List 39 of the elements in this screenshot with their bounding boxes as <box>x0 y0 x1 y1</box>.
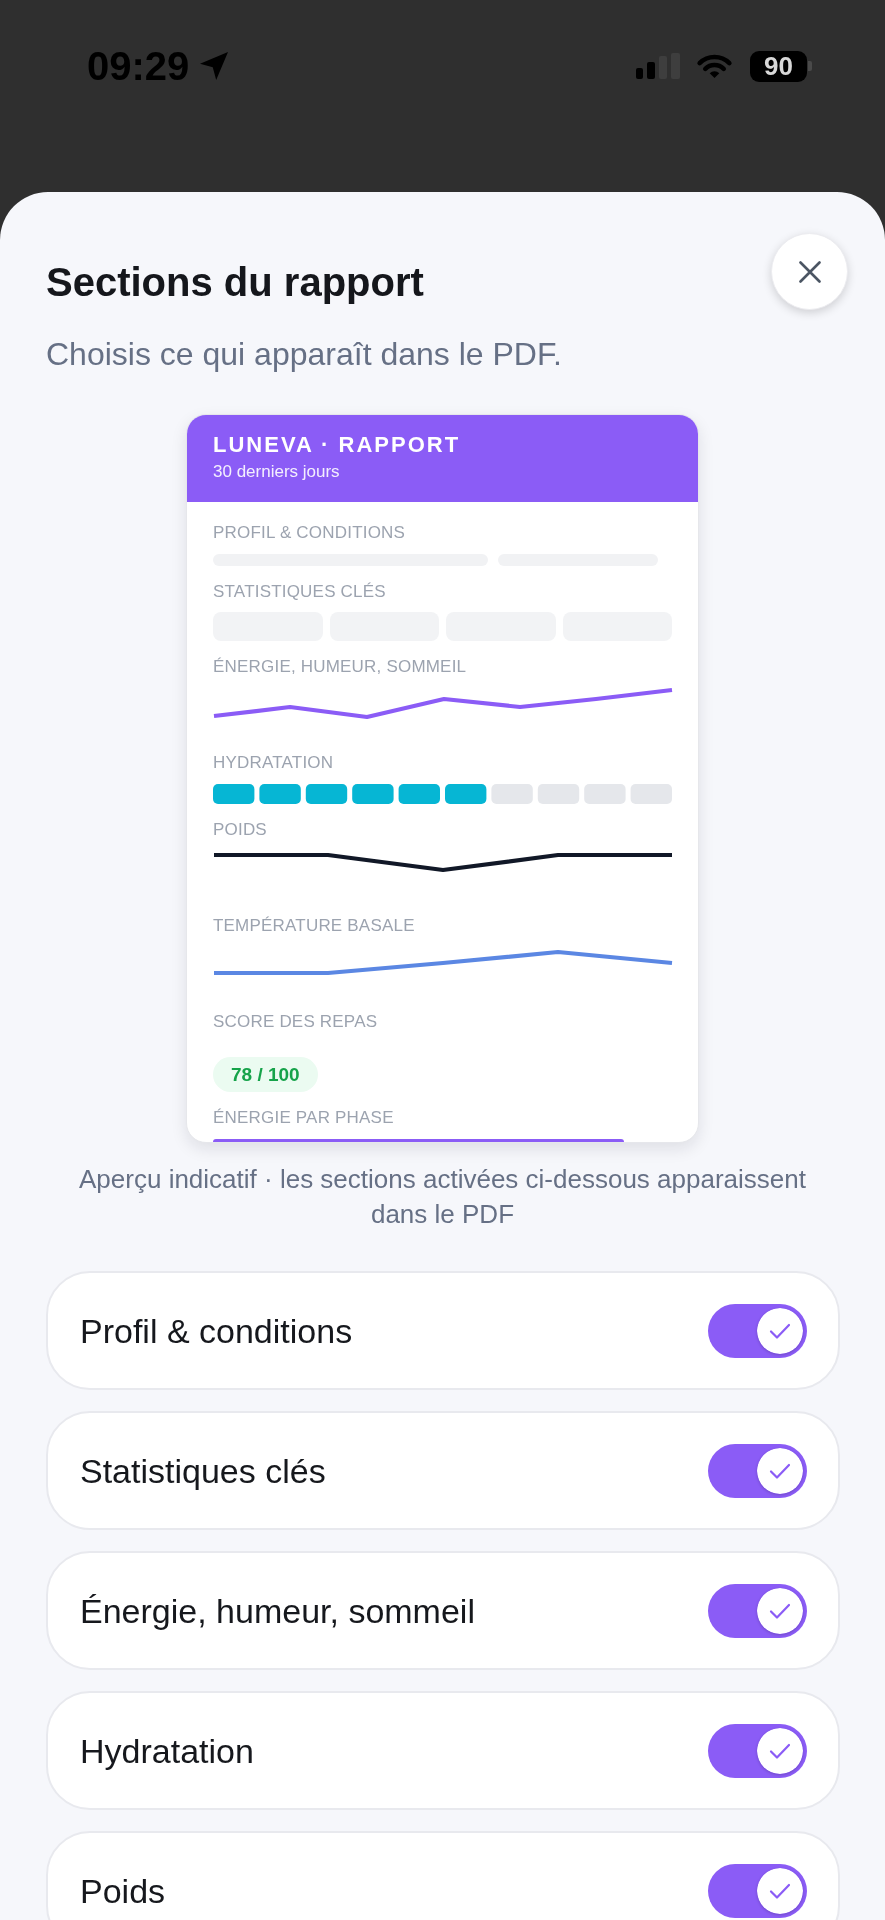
signal-icon <box>636 53 680 79</box>
toggle-switch[interactable] <box>708 1723 807 1778</box>
location-arrow-icon <box>200 52 229 80</box>
check-icon <box>757 1727 803 1774</box>
toggle-switch[interactable] <box>708 1583 807 1638</box>
empty-meter-segment <box>584 784 626 804</box>
preview-section-label: SCORE DES REPAS <box>213 1012 378 1032</box>
preview-section-label: POIDS <box>213 820 267 840</box>
preview-caption: Aperçu indicatif · les sections activées ci-dessous apparaissent dans le PDF <box>78 1163 807 1231</box>
section-label: Énergie, humeur, sommeil <box>80 1590 475 1631</box>
toggle-switch[interactable] <box>708 1443 807 1498</box>
check-icon <box>757 1447 803 1494</box>
check-icon <box>757 1587 803 1634</box>
preview-section-label: STATISTIQUES CLÉS <box>213 582 386 602</box>
preview-section-label: PROFIL & CONDITIONS <box>213 523 406 543</box>
preview-brand-title: LUNEVA · RAPPORT <box>213 432 461 458</box>
section-label: Profil & conditions <box>80 1310 353 1351</box>
preview-period: 30 derniers jours <box>213 462 340 482</box>
score-badge: 78 / 100 <box>213 1057 318 1092</box>
preview-section-label: TEMPÉRATURE BASALE <box>213 916 415 936</box>
toggle-switch[interactable] <box>708 1303 807 1358</box>
preview-section-label: ÉNERGIE PAR PHASE <box>213 1108 394 1128</box>
close-button[interactable] <box>771 233 848 310</box>
toggle-switch[interactable] <box>708 1863 807 1918</box>
preview-section-label: HYDRATATION <box>213 753 334 773</box>
check-icon <box>757 1867 803 1914</box>
section-label: Statistiques clés <box>80 1450 326 1491</box>
sheet-subtitle: Choisis ce qui apparaît dans le PDF. <box>45 335 563 374</box>
sheet-title: Sections du rapport <box>46 259 424 306</box>
empty-meter-segment <box>491 784 533 804</box>
preview-section-label: ÉNERGIE, HUMEUR, SOMMEIL <box>213 657 467 677</box>
wifi-icon <box>695 53 734 79</box>
empty-meter-segment <box>537 784 580 804</box>
check-icon <box>757 1307 803 1354</box>
section-label: Poids <box>80 1870 166 1911</box>
empty-meter-segment <box>630 784 672 804</box>
section-label: Hydratation <box>80 1730 254 1771</box>
battery-percentage: 90 <box>764 52 793 80</box>
close-icon <box>798 260 821 283</box>
